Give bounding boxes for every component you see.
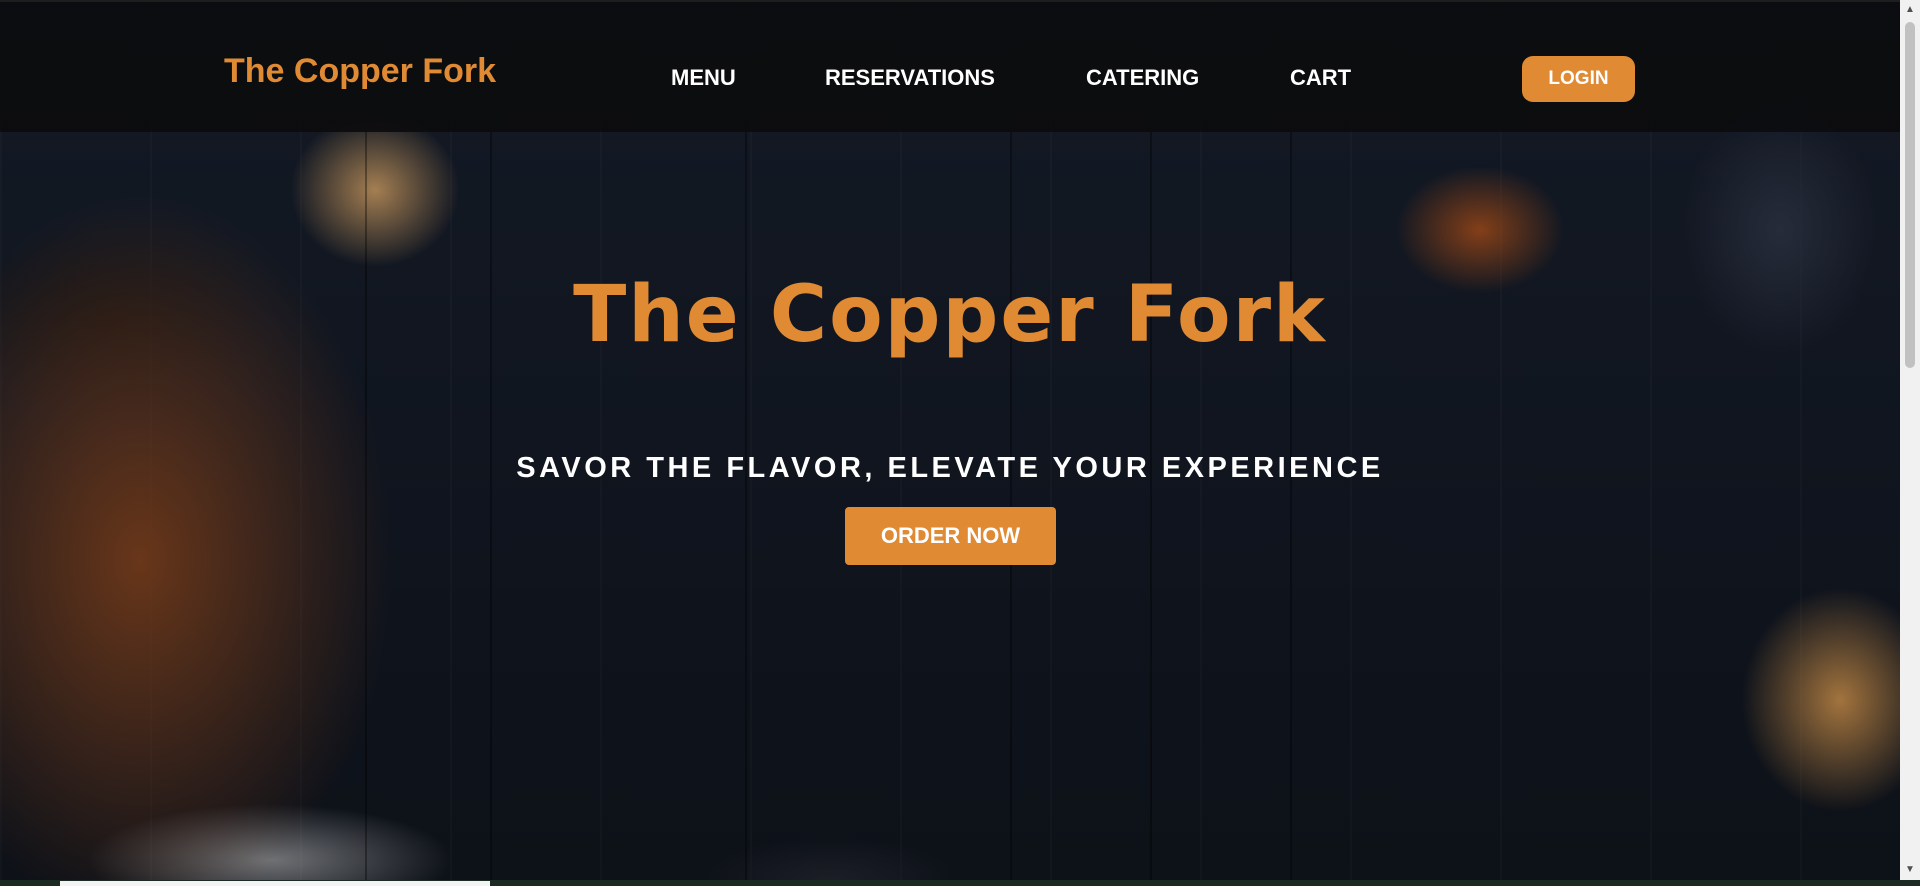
brand-logo-text[interactable]: The Copper Fork xyxy=(224,52,496,91)
hero-background-image xyxy=(0,0,1900,880)
nav-item-reservations[interactable]: RESERVATIONS xyxy=(825,65,995,91)
vertical-scrollbar-thumb[interactable] xyxy=(1905,22,1915,368)
order-now-button[interactable]: ORDER NOW xyxy=(845,507,1056,565)
horizontal-scrollbar[interactable] xyxy=(0,880,1900,886)
vertical-scrollbar[interactable]: ▲ ▼ xyxy=(1900,0,1920,880)
scrollbar-corner xyxy=(1900,880,1920,886)
horizontal-scrollbar-thumb[interactable] xyxy=(60,881,490,886)
login-button[interactable]: LOGIN xyxy=(1522,56,1635,102)
page-viewport: The Copper Fork MENU RESERVATIONS CATERI… xyxy=(0,0,1900,880)
top-navigation-bar: The Copper Fork MENU RESERVATIONS CATERI… xyxy=(0,0,1900,132)
nav-item-catering[interactable]: CATERING xyxy=(1086,65,1199,91)
scroll-down-arrow-icon[interactable]: ▼ xyxy=(1904,864,1916,876)
scroll-up-arrow-icon[interactable]: ▲ xyxy=(1904,4,1916,16)
hero-title: The Copper Fork xyxy=(573,270,1327,360)
nav-item-cart[interactable]: CART xyxy=(1290,65,1351,91)
hero-tagline: SAVOR THE FLAVOR, ELEVATE YOUR EXPERIENC… xyxy=(516,452,1384,484)
nav-item-menu[interactable]: MENU xyxy=(671,65,736,91)
